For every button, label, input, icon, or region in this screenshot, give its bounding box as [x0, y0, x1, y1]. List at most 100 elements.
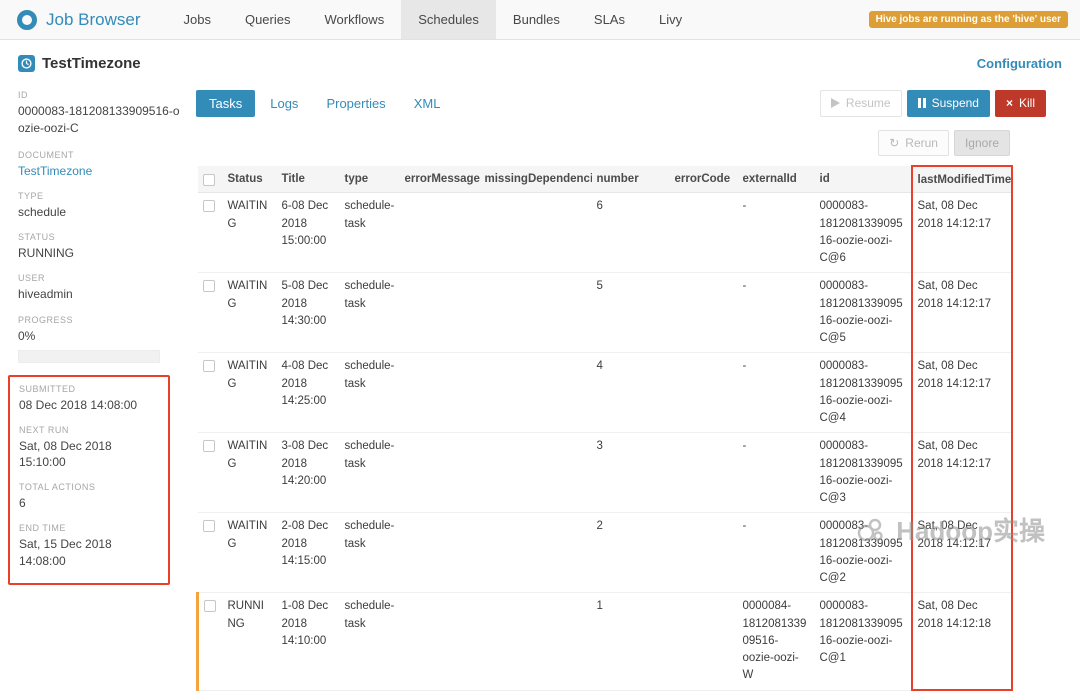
nav-item-livy[interactable]: Livy — [642, 0, 699, 39]
nav-item-slas[interactable]: SLAs — [577, 0, 642, 39]
cell-missingdependencies — [479, 352, 592, 434]
cell-lastmodifiedtime: Sat, 08 Dec 2018 14:12:17 — [910, 352, 1013, 434]
app-brand[interactable]: Job Browser — [0, 0, 166, 39]
nav-item-bundles[interactable]: Bundles — [496, 0, 577, 39]
col-header-errormessage: errorMessage — [399, 166, 480, 194]
cell-status: WAITING — [222, 272, 277, 354]
suspend-button[interactable]: Suspend — [906, 90, 990, 117]
cell-missingdependencies — [479, 192, 592, 274]
cell-title: 5-08 Dec 2018 14:30:00 — [276, 272, 340, 354]
field-end-time-value: Sat, 15 Dec 2018 14:08:00 — [19, 537, 112, 568]
field-end-time-label: END TIME — [19, 523, 66, 534]
field-total-actions-label: TOTAL ACTIONS — [19, 482, 96, 493]
row-checkbox[interactable] — [202, 520, 215, 533]
cell-errorcode — [669, 272, 738, 354]
cell-lastmodifiedtime: Sat, 08 Dec 2018 14:12:17 — [910, 272, 1013, 354]
hive-warning-badge: Hive jobs are running as the 'hive' user — [868, 11, 1068, 28]
col-header-missingdependencies: missingDependencies — [479, 166, 592, 194]
main-panel: Tasks Logs Properties XML Resume Suspend — [186, 80, 1062, 691]
field-total-actions-value: 6 — [19, 496, 26, 511]
field-user-label: USER — [18, 273, 46, 284]
app-title: Job Browser — [46, 9, 141, 29]
cell-title: 1-08 Dec 2018 14:10:00 — [276, 592, 340, 691]
cell-type: schedule-task — [339, 432, 400, 514]
field-submitted: SUBMITTED 08 Dec 2018 14:08:00 — [19, 384, 159, 413]
field-next-run-label: NEXT RUN — [19, 424, 69, 435]
field-id: ID 0000083-181208133909516-oozie-oozi-C — [18, 90, 186, 138]
field-progress-label: PROGRESS — [18, 314, 74, 325]
cell-type: schedule-task — [339, 192, 400, 274]
top-bar: Job Browser Jobs Queries Workflows Sched… — [0, 0, 1080, 40]
table-row[interactable]: WAITING 5-08 Dec 2018 14:30:00 schedule-… — [197, 272, 1013, 354]
field-document-label: DOCUMENT — [18, 149, 74, 160]
cell-lastmodifiedtime: Sat, 08 Dec 2018 14:12:17 — [910, 512, 1013, 594]
col-header-lastmodifiedtime: lastModifiedTime — [910, 165, 1013, 194]
page-title: TestTimezone — [42, 55, 141, 72]
cell-errorcode — [669, 592, 738, 691]
table-row[interactable]: WAITING 2-08 Dec 2018 14:15:00 schedule-… — [197, 512, 1013, 594]
configuration-link[interactable]: Configuration — [977, 56, 1062, 71]
row-checkbox[interactable] — [202, 360, 215, 373]
cell-lastmodifiedtime: Sat, 08 Dec 2018 14:12:18 — [910, 592, 1013, 691]
cell-status: WAITING — [222, 352, 277, 434]
tab-tasks[interactable]: Tasks — [196, 90, 256, 117]
x-icon: × — [1005, 96, 1013, 111]
cell-title: 6-08 Dec 2018 15:00:00 — [276, 192, 340, 274]
tab-xml[interactable]: XML — [401, 90, 454, 117]
cell-lastmodifiedtime: Sat, 08 Dec 2018 14:12:17 — [910, 432, 1013, 514]
kill-button[interactable]: × Kill — [994, 90, 1046, 117]
cell-externalid: 0000084-181208133909516-oozie-oozi-W — [737, 592, 815, 691]
cell-type: schedule-task — [339, 512, 400, 594]
tab-properties[interactable]: Properties — [313, 90, 398, 117]
col-header-number: number — [591, 166, 670, 194]
table-row[interactable]: RUNNING 1-08 Dec 2018 14:10:00 schedule-… — [196, 592, 1013, 691]
select-all-checkbox[interactable] — [202, 174, 215, 187]
field-type-label: TYPE — [18, 190, 44, 201]
cell-number: 4 — [591, 352, 670, 434]
row-checkbox[interactable] — [202, 200, 215, 213]
nav-item-queries[interactable]: Queries — [228, 0, 308, 39]
cell-errormessage — [399, 512, 480, 594]
cell-number: 5 — [591, 272, 670, 354]
cell-externalid: - — [737, 352, 815, 434]
row-checkbox[interactable] — [204, 600, 216, 613]
page-header: TestTimezone Configuration — [0, 40, 1080, 80]
top-nav: Jobs Queries Workflows Schedules Bundles… — [166, 0, 699, 39]
cell-status: WAITING — [222, 192, 277, 274]
ignore-button[interactable]: Ignore — [953, 130, 1010, 157]
cell-number: 1 — [591, 592, 670, 691]
row-checkbox[interactable] — [202, 440, 215, 453]
cell-id: 0000083-181208133909516-oozie-oozi-C@4 — [814, 352, 912, 434]
cell-missingdependencies — [479, 592, 592, 691]
rerun-button[interactable]: ↻ Rerun — [878, 130, 949, 157]
field-submitted-value: 08 Dec 2018 14:08:00 — [19, 397, 138, 412]
field-status-label: STATUS — [18, 232, 56, 243]
cell-errorcode — [669, 352, 738, 434]
cell-missingdependencies — [479, 272, 592, 354]
tab-logs[interactable]: Logs — [257, 90, 311, 117]
field-status: STATUS RUNNING — [18, 232, 186, 261]
nav-item-schedules[interactable]: Schedules — [401, 0, 496, 39]
cell-id: 0000083-181208133909516-oozie-oozi-C@1 — [814, 592, 912, 691]
col-header-externalid: externalId — [737, 166, 815, 194]
cell-title: 2-08 Dec 2018 14:15:00 — [276, 512, 340, 594]
cell-number: 3 — [591, 432, 670, 514]
pause-icon — [917, 98, 926, 109]
field-total-actions: TOTAL ACTIONS 6 — [19, 482, 159, 511]
table-row[interactable]: WAITING 6-08 Dec 2018 15:00:00 schedule-… — [197, 192, 1013, 274]
cell-status: WAITING — [222, 512, 277, 594]
resume-button[interactable]: Resume — [819, 90, 902, 117]
cell-externalid: - — [737, 512, 815, 594]
cell-errormessage — [399, 192, 480, 274]
field-id-label: ID — [18, 90, 28, 100]
cell-externalid: - — [737, 432, 815, 514]
col-header-type: type — [339, 166, 400, 194]
table-row[interactable]: WAITING 3-08 Dec 2018 14:20:00 schedule-… — [197, 432, 1013, 514]
table-row[interactable]: WAITING 4-08 Dec 2018 14:25:00 schedule-… — [197, 352, 1013, 434]
nav-item-workflows[interactable]: Workflows — [307, 0, 401, 39]
row-checkbox[interactable] — [202, 280, 215, 293]
document-link[interactable]: TestTimezone — [18, 163, 186, 179]
cell-title: 3-08 Dec 2018 14:20:00 — [276, 432, 340, 514]
cell-type: schedule-task — [339, 272, 400, 354]
nav-item-jobs[interactable]: Jobs — [166, 0, 227, 39]
